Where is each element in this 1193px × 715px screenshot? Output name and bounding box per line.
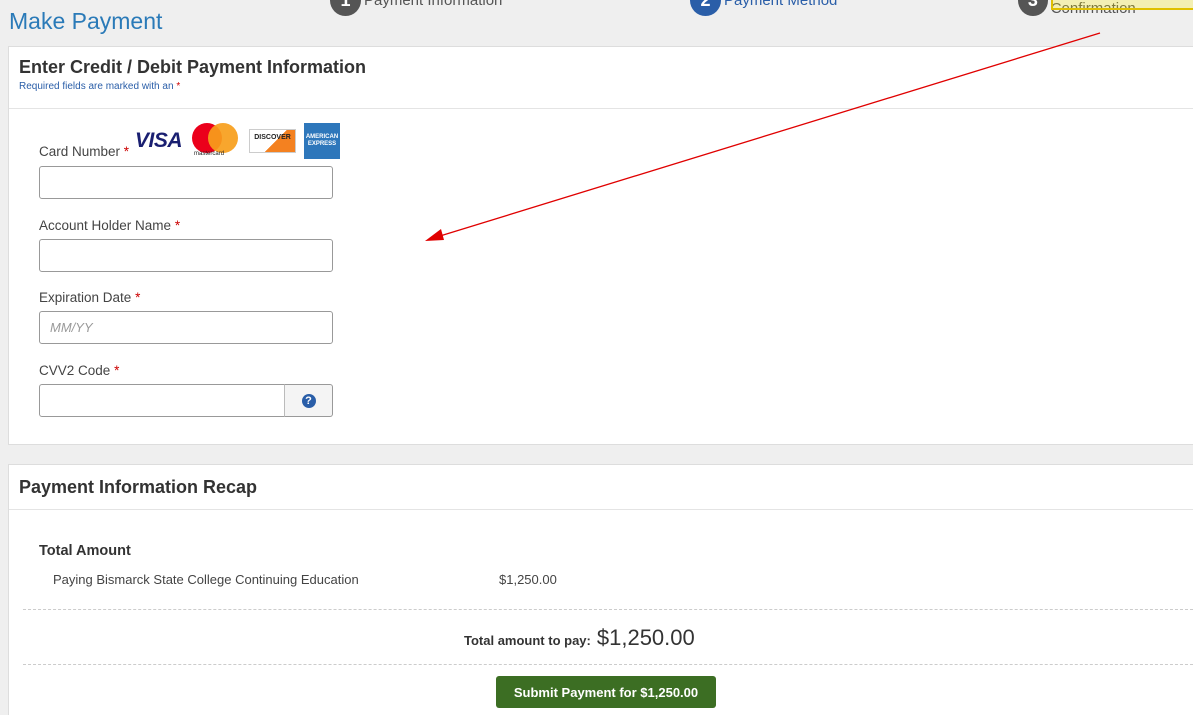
expiration-date-input[interactable] [39,311,333,344]
card-brand-logos: VISA mastercard DISCOVER AMERICAN EXPRES… [135,123,341,159]
card-number-label-text: Card Number [39,144,121,159]
step-number-badge: 1 [330,0,361,16]
total-to-pay-value: $1,250.00 [596,625,695,650]
account-holder-label: Account Holder Name * [39,218,180,233]
expiration-date-label-text: Expiration Date [39,290,132,305]
cvv-code-label: CVV2 Code * [39,363,119,378]
annotation-highlight-box [1051,0,1193,10]
required-asterisk: * [174,218,181,233]
payment-line-description: Paying Bismarck State College Continuing… [53,572,359,587]
required-asterisk: * [123,144,130,159]
total-amount-heading: Total Amount [39,543,131,559]
total-to-pay-label: Total amount to pay: [464,633,591,648]
card-number-input[interactable] [39,166,333,199]
step-label: Payment Method [724,0,838,9]
mastercard-logo-icon: mastercard [190,123,240,159]
total-to-pay: Total amount to pay: $1,250.00 [464,625,695,651]
required-note-text: Required fields are marked with an [19,81,174,92]
amex-logo-text: AMERICAN EXPRESS [305,134,339,147]
question-circle-icon: ? [301,393,316,408]
divider [23,664,1193,665]
recap-panel-header: Payment Information Recap [9,465,1193,510]
required-asterisk: * [114,363,120,378]
step-number-badge: 3 [1018,0,1048,16]
card-panel-title: Enter Credit / Debit Payment Information [19,57,367,77]
payment-recap-panel: Payment Information Recap Total Amount P… [8,464,1193,715]
step-payment-method: 2 Payment Method [690,0,838,16]
amex-logo-icon: AMERICAN EXPRESS [304,123,341,159]
account-holder-name-input[interactable] [39,239,333,272]
required-asterisk: * [176,81,181,92]
card-number-label: Card Number * [39,144,129,159]
step-number-badge: 2 [690,0,721,16]
header-bar: Make Payment 1 Payment Information 2 Pay… [0,0,1193,42]
cvv-code-input[interactable] [39,384,285,417]
payment-line-amount: $1,250.00 [499,572,557,587]
expiration-date-label: Expiration Date * [39,290,140,305]
page-title: Make Payment [9,8,163,34]
discover-logo-icon: DISCOVER [249,129,297,153]
required-note: Required fields are marked with an * [19,81,1188,92]
account-holder-label-text: Account Holder Name [39,218,172,233]
cvv-help-button[interactable]: ? [284,384,333,417]
step-label: Payment Information [364,0,503,9]
recap-panel-title: Payment Information Recap [19,477,258,497]
cvv-code-label-text: CVV2 Code [39,363,111,378]
mastercard-logo-text: mastercard [194,151,225,157]
divider [23,609,1193,610]
card-panel-header: Enter Credit / Debit Payment Information… [9,47,1193,109]
visa-logo-icon: VISA [135,129,183,152]
card-entry-panel: Enter Credit / Debit Payment Information… [8,46,1193,445]
submit-payment-button[interactable]: Submit Payment for $1,250.00 [496,676,716,708]
step-payment-information: 1 Payment Information [330,0,503,16]
required-asterisk: * [135,290,141,305]
